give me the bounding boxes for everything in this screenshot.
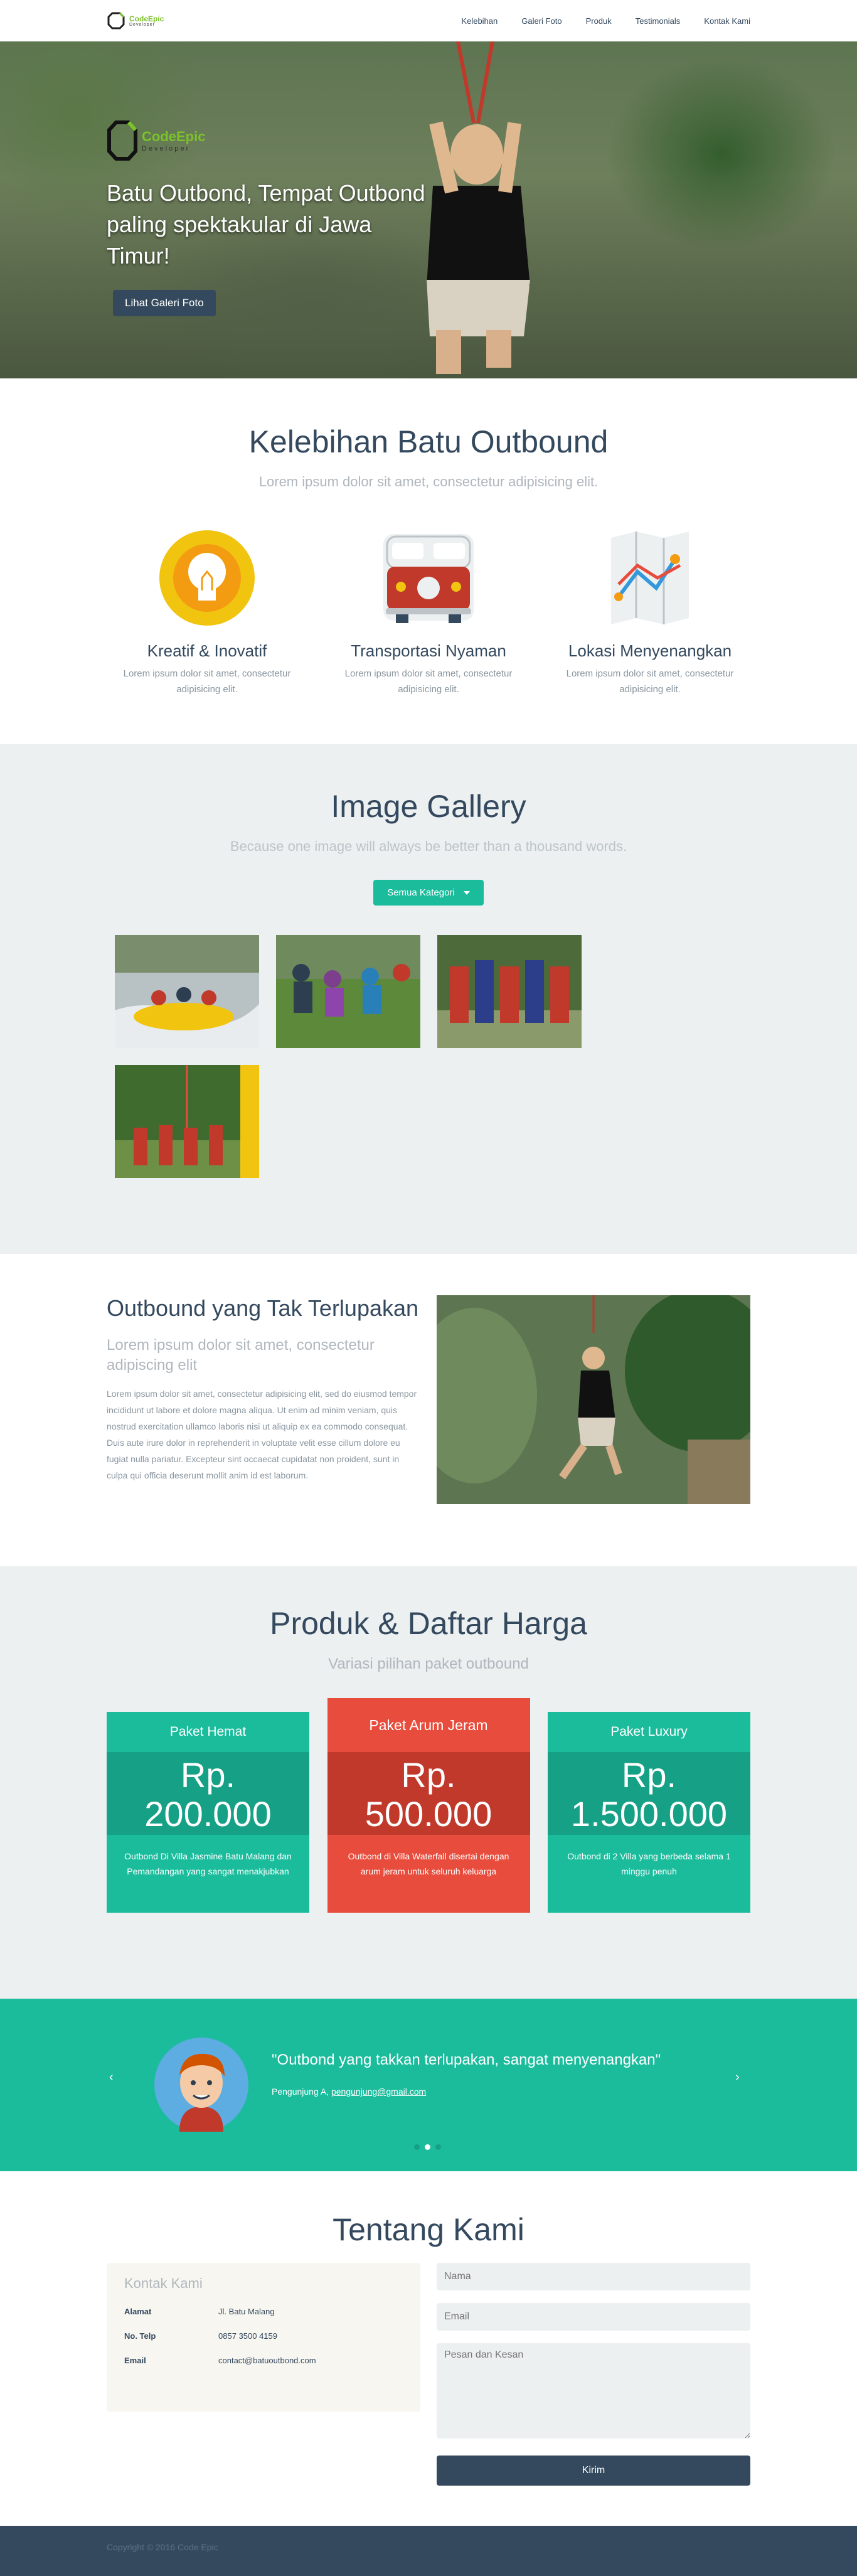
feature-title: Transportasi Nyaman	[351, 641, 506, 660]
gallery-photo[interactable]	[437, 935, 582, 1048]
footer: Copyright © 2016 Code Epic	[0, 2526, 857, 2576]
nav-menu: Kelebihan Galeri Foto Produk Testimonial…	[461, 16, 750, 26]
feature-title: Lokasi Menyenangkan	[568, 641, 732, 660]
feature-text: Lorem ipsum dolor sit amet, consectetur …	[566, 668, 734, 695]
plan-price: 1.500.000	[570, 1794, 728, 1834]
brand-accent: Epic	[148, 14, 164, 23]
feature-item: Lokasi Menyenangkan Lorem ipsum dolor si…	[550, 528, 750, 697]
submit-button[interactable]: Kirim	[437, 2456, 750, 2486]
feature-text: Lorem ipsum dolor sit amet, consectetur …	[123, 668, 291, 695]
contact-label: Email	[124, 2356, 146, 2365]
plan-currency: Rp.	[180, 1755, 236, 1795]
copyright-text: Copyright © 2016 Code Epic	[107, 2542, 218, 2552]
nav-link-produk[interactable]: Produk	[586, 16, 612, 26]
plan-name: Paket Luxury	[548, 1712, 750, 1752]
nav-link-testimonials[interactable]: Testimonials	[636, 16, 681, 26]
products-section: Produk & Daftar Harga Variasi pilihan pa…	[0, 1566, 857, 1999]
features-section: Kelebihan Batu Outbound Lorem ipsum dolo…	[0, 378, 857, 744]
story-photo	[437, 1295, 750, 1504]
brand-main: Code	[129, 14, 148, 23]
plan-price: 200.000	[144, 1794, 272, 1834]
avatar	[154, 2038, 248, 2132]
hero-logo-main: Code	[142, 129, 176, 144]
hero-logo: CodeEpic Developer	[107, 120, 205, 161]
map-icon	[611, 532, 689, 624]
features-subtitle: Lorem ipsum dolor sit amet, consectetur …	[258, 474, 599, 489]
contact-label: Alamat	[124, 2307, 152, 2316]
pricing-card-hemat[interactable]: Paket Hemat Rp. 200.000 Outbond Di Villa …	[107, 1712, 309, 1913]
testimonial-quote: "Outbond yang takkan terlupakan, sangat …	[272, 2051, 661, 2068]
feature-item: Kreatif & Inovatif Lorem ipsum dolor sit…	[107, 528, 307, 697]
gallery-photo[interactable]	[276, 935, 420, 1048]
email-field[interactable]	[437, 2303, 750, 2331]
gallery-subtitle: Because one image will always be better …	[230, 838, 627, 854]
carousel-dot[interactable]	[435, 2144, 441, 2150]
name-field[interactable]	[437, 2263, 750, 2290]
chevron-right-icon[interactable]: ›	[735, 2070, 748, 2084]
contact-info-box: Kontak Kami Alamat Jl. Batu Malang No. Te…	[107, 2263, 420, 2412]
category-filter-label: Semua Kategori	[387, 887, 455, 898]
carousel-indicators	[414, 2144, 441, 2150]
contact-label: No. Telp	[124, 2331, 156, 2341]
plan-description: Outbond Di Villa Jasmine Batu Malang dan…	[107, 1835, 309, 1913]
plan-currency: Rp.	[621, 1755, 677, 1795]
brand-sub: Developer	[129, 22, 155, 27]
gallery-title: Image Gallery	[331, 789, 526, 824]
plan-name: Paket Hemat	[107, 1712, 309, 1752]
pricing-card-luxury[interactable]: Paket Luxury Rp. 1.500.000 Outbond di 2 V…	[548, 1712, 750, 1913]
lightbulb-icon	[159, 530, 255, 626]
testimonial-author: Pengunjung A, pengunjung@gmail.com	[272, 2087, 426, 2097]
gallery-button[interactable]: Lihat Galeri Foto	[113, 290, 216, 316]
logo-icon	[107, 12, 125, 29]
nav-link-kelebihan[interactable]: Kelebihan	[461, 16, 498, 26]
products-title: Produk & Daftar Harga	[270, 1606, 587, 1641]
testimonial-section: ‹ › "Outbond yang takkan terlupakan, san…	[0, 1999, 857, 2171]
plan-name: Paket Arum Jeram	[327, 1698, 530, 1752]
contact-value: contact@batuoutbond.com	[218, 2356, 316, 2365]
bus-icon	[383, 534, 474, 623]
about-title: Tentang Kami	[333, 2212, 524, 2247]
author-email-link[interactable]: pengunjung@gmail.com	[331, 2087, 426, 2097]
nav-link-galeri[interactable]: Galeri Foto	[521, 16, 562, 26]
plan-description: Outbond di 2 Villa yang berbeda selama 1…	[548, 1835, 750, 1913]
story-subtitle: Lorem ipsum dolor sit amet, consectetur …	[107, 1337, 375, 1374]
contact-box-title: Kontak Kami	[124, 2275, 203, 2291]
story-title: Outbound yang Tak Terlupakan	[107, 1295, 419, 1321]
chevron-left-icon[interactable]: ‹	[109, 2070, 122, 2084]
gallery-photo[interactable]	[115, 935, 259, 1048]
features-title: Kelebihan Batu Outbound	[248, 424, 609, 459]
plan-price: 500.000	[365, 1794, 492, 1834]
plan-description: Outbond di Villa Waterfall disertai deng…	[327, 1835, 530, 1913]
logo-icon	[107, 120, 137, 161]
hero-section: CodeEpic Developer Batu Outbond, Tempat …	[0, 41, 857, 378]
contact-value: Jl. Batu Malang	[218, 2307, 275, 2316]
feature-text: Lorem ipsum dolor sit amet, consectetur …	[344, 668, 513, 695]
story-section: Outbound yang Tak Terlupakan Lorem ipsum…	[0, 1254, 857, 1566]
hero-logo-accent: Epic	[176, 129, 206, 144]
feature-title: Kreatif & Inovatif	[147, 641, 267, 660]
products-subtitle: Variasi pilihan paket outbound	[328, 1655, 529, 1672]
contact-form: Kirim	[437, 2263, 750, 2486]
hero-title: Batu Outbond, Tempat Outbond paling spek…	[107, 180, 425, 269]
gallery-photo[interactable]	[115, 1065, 259, 1178]
category-filter-dropdown[interactable]: Semua Kategori	[373, 880, 484, 906]
feature-item: Transportasi Nyaman Lorem ipsum dolor si…	[328, 528, 529, 697]
hero-logo-sub: Developer	[142, 145, 191, 152]
carousel-dot-active[interactable]	[425, 2144, 430, 2150]
gallery-section: Image Gallery Because one image will alw…	[0, 744, 857, 1254]
pricing-card-arum-jeram[interactable]: Paket Arum Jeram Rp. 500.000 Outbond di V…	[327, 1698, 530, 1913]
brand-logo[interactable]: CodeEpic Developer	[107, 11, 164, 30]
about-section: Tentang Kami Kontak Kami Alamat Jl. Batu …	[0, 2171, 857, 2526]
author-name: Pengunjung A,	[272, 2087, 329, 2097]
nav-link-kontak[interactable]: Kontak Kami	[704, 16, 750, 26]
caret-down-icon	[463, 891, 470, 895]
carousel-dot[interactable]	[414, 2144, 420, 2150]
plan-currency: Rp.	[401, 1755, 456, 1795]
message-field[interactable]	[437, 2343, 750, 2439]
story-body: Lorem ipsum dolor sit amet, consectetur …	[107, 1389, 417, 1480]
contact-value: 0857 3500 4159	[218, 2331, 277, 2341]
navbar: CodeEpic Developer Kelebihan Galeri Foto…	[0, 0, 857, 41]
